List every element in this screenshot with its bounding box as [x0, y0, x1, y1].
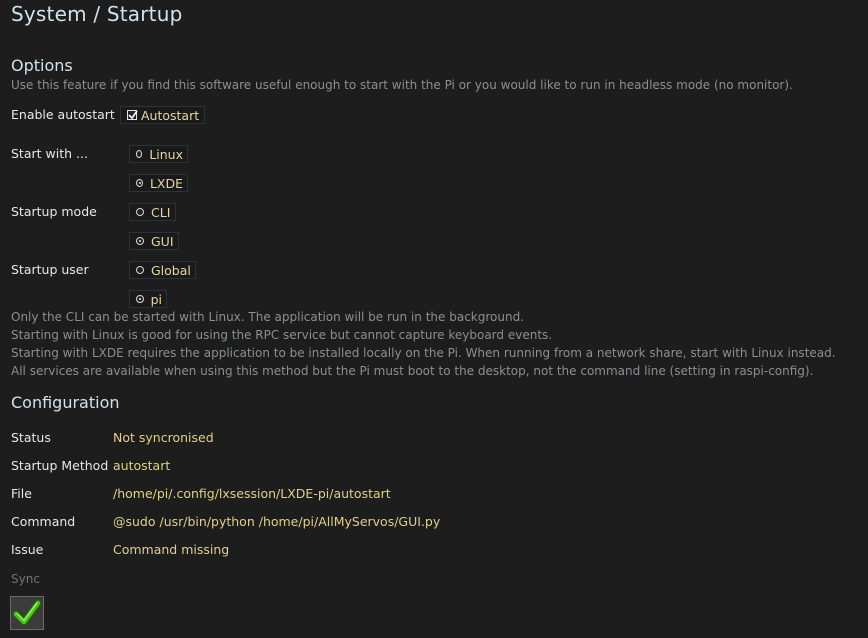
config-row-issue-label: Issue	[11, 542, 44, 557]
options-heading: Options	[11, 56, 73, 75]
start-with-lxde-radio[interactable]: LXDE	[129, 174, 188, 192]
radio-label: GUI	[151, 233, 174, 249]
radio-icon	[136, 208, 144, 216]
radio-label: pi	[150, 291, 162, 307]
checkbox-checked-icon	[127, 110, 138, 120]
startup-mode-cli-radio[interactable]: CLI	[129, 203, 176, 221]
startup-user-global-radio[interactable]: Global	[129, 261, 196, 279]
config-row-issue-value: Command missing	[113, 542, 230, 557]
sync-button[interactable]	[10, 596, 44, 630]
radio-label: CLI	[151, 204, 171, 220]
startup-user-label: Startup user	[11, 262, 89, 277]
sync-label: Sync	[11, 572, 40, 586]
note-line: Starting with Linux is good for using th…	[11, 328, 553, 342]
radio-label: Global	[151, 262, 191, 278]
startup-mode-gui-radio[interactable]: GUI	[129, 232, 179, 250]
config-row-status-label: Status	[11, 430, 51, 445]
config-row-command-value: @sudo /usr/bin/python /home/pi/AllMyServ…	[113, 514, 441, 529]
note-line: Only the CLI can be started with Linux. …	[11, 310, 525, 324]
config-row-method-label: Startup Method	[11, 458, 109, 473]
options-description: Use this feature if you find this softwa…	[11, 78, 793, 92]
config-row-file-label: File	[11, 486, 32, 501]
radio-label: Linux	[149, 146, 183, 162]
config-row-file-value: /home/pi/.config/lxsession/LXDE-pi/autos…	[113, 486, 391, 501]
checkmark-icon	[12, 599, 42, 626]
config-row-method-value: autostart	[113, 458, 171, 473]
config-row-command-label: Command	[11, 514, 76, 529]
autostart-checkbox-label: Autostart	[141, 107, 200, 123]
startup-mode-label: Startup mode	[11, 204, 97, 219]
startup-user-pi-radio[interactable]: pi	[129, 290, 167, 308]
start-with-linux-radio[interactable]: Linux	[129, 145, 188, 163]
autostart-checkbox[interactable]: Autostart	[120, 106, 205, 124]
enable-autostart-label: Enable autostart	[11, 107, 115, 122]
radio-selected-icon	[136, 237, 144, 245]
configuration-heading: Configuration	[11, 393, 120, 412]
radio-icon	[136, 150, 143, 158]
note-line: Starting with LXDE requires the applicat…	[11, 346, 836, 360]
radio-selected-icon	[136, 295, 144, 303]
radio-selected-icon	[136, 179, 143, 187]
page-title: System / Startup	[11, 2, 183, 26]
radio-icon	[136, 266, 144, 274]
config-row-status-value: Not syncronised	[113, 430, 214, 445]
start-with-label: Start with ...	[11, 146, 88, 161]
radio-label: LXDE	[149, 175, 183, 191]
note-line: All services are available when using th…	[11, 364, 814, 378]
